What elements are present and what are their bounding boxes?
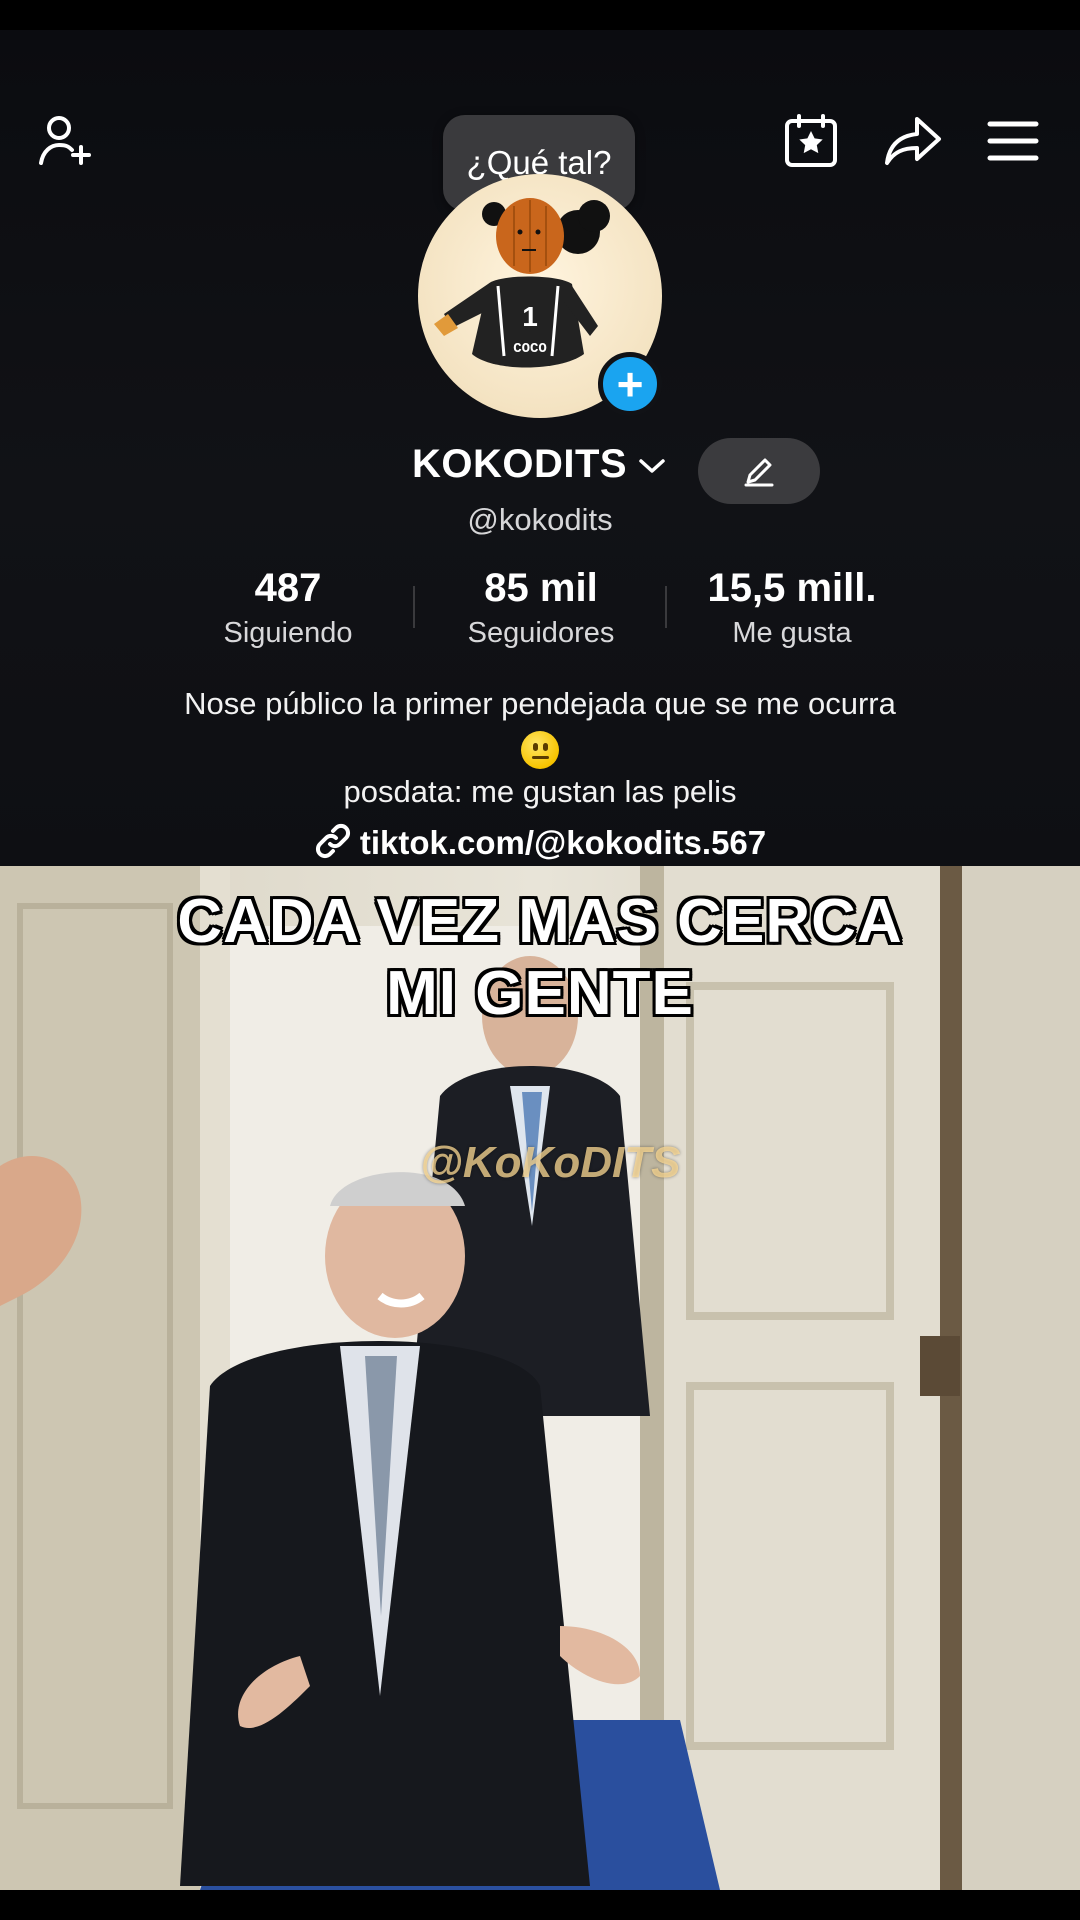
bio: Nose público la primer pendejada que se … — [0, 682, 1080, 814]
hamburger-menu-icon — [987, 121, 1039, 161]
likes-count: 15,5 mill. — [707, 566, 877, 610]
following-count: 487 — [254, 566, 322, 610]
name-row: KOKODITS — [0, 438, 1080, 504]
followers-stat[interactable]: 85 mil Seguidores — [431, 566, 651, 650]
avatar-jersey-number: 1 — [522, 301, 538, 332]
username-handle: @kokodits — [467, 502, 613, 537]
menu-button[interactable] — [980, 108, 1046, 174]
likes-label: Me gusta — [732, 617, 852, 649]
edit-profile-button[interactable] — [698, 438, 820, 504]
video-caption: CADA VEZ MAS CERCA MI GENTE — [0, 886, 1080, 1030]
following-label: Siguiendo — [223, 617, 353, 649]
chevron-down-icon[interactable] — [638, 456, 666, 476]
add-friend-button[interactable] — [32, 108, 98, 174]
profile-header: ¿Qué tal? 1 COCO + KOKODITS @kokodits 48… — [0, 30, 1080, 866]
link-icon — [315, 823, 350, 859]
person-plus-icon — [39, 116, 91, 165]
caption-line-2: MI GENTE — [386, 959, 694, 1028]
share-arrow-icon — [885, 117, 941, 165]
caption-line-1: CADA VEZ MAS CERCA — [177, 887, 903, 956]
followers-label: Seguidores — [467, 617, 615, 649]
bio-line-2: posdata: me gustan las pelis — [343, 774, 737, 809]
pencil-icon — [744, 458, 774, 487]
stats-divider — [413, 586, 415, 628]
following-stat[interactable]: 487 Siguiendo — [178, 566, 398, 650]
bio-line-1: Nose público la primer pendejada que se … — [184, 686, 896, 721]
video-frame[interactable]: CADA VEZ MAS CERCA MI GENTE @KoKoDITS — [0, 866, 1080, 1890]
link-text: tiktok.com/@kokodits.567 — [359, 824, 767, 861]
calendar-star-icon — [785, 114, 837, 167]
add-avatar-button[interactable]: + — [598, 352, 662, 416]
likes-stat[interactable]: 15,5 mill. Me gusta — [682, 566, 902, 650]
followers-count: 85 mil — [484, 566, 598, 610]
stats-divider — [665, 586, 667, 628]
video-watermark: @KoKoDITS — [420, 1138, 681, 1187]
share-button[interactable] — [880, 108, 946, 174]
display-name[interactable]: KOKODITS — [412, 442, 627, 487]
neutral-face-emoji — [0, 726, 1080, 770]
calendar-button[interactable] — [778, 108, 844, 174]
stats-row: 487 Siguiendo 85 mil Seguidores 15,5 mil… — [0, 566, 1080, 656]
profile-link[interactable]: tiktok.com/@kokodits.567 — [0, 822, 1080, 862]
plus-icon: + — [616, 358, 644, 410]
avatar-jersey-text: COCO — [513, 341, 547, 357]
